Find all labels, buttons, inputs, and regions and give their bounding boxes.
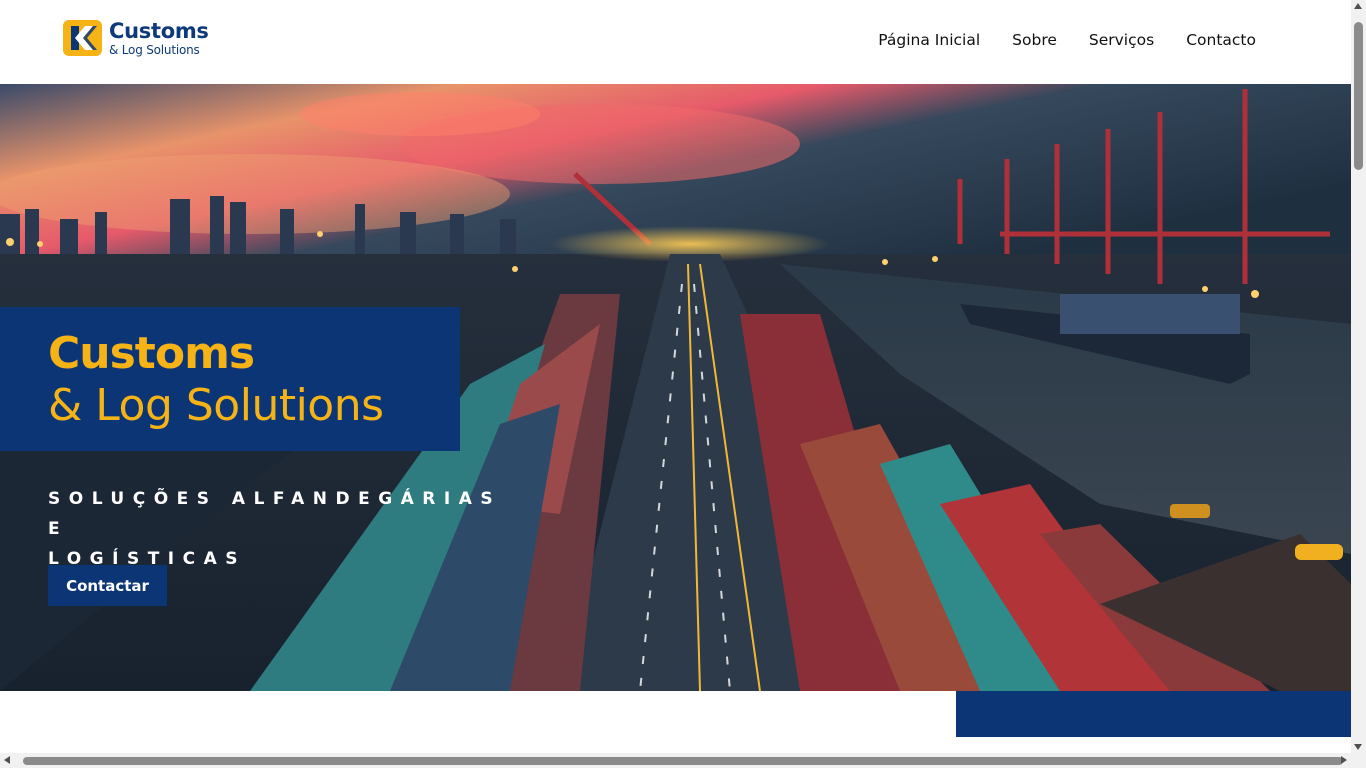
logo[interactable]: Customs & Log Solutions [63, 20, 209, 56]
section-accent-block [956, 691, 1351, 737]
hero-tagline-line1: SOLUÇÕES ALFANDEGÁRIAS E [48, 489, 502, 539]
nav-about[interactable]: Sobre [1012, 31, 1057, 49]
contact-button[interactable]: Contactar [48, 565, 167, 606]
scroll-left-arrow-icon[interactable] [4, 756, 10, 764]
nav-services[interactable]: Serviços [1089, 31, 1154, 49]
logo-subtitle: & Log Solutions [109, 42, 200, 57]
hero-tagline: SOLUÇÕES ALFANDEGÁRIAS E LOGÍSTICAS [48, 484, 508, 574]
chevron-left-logo-icon [63, 20, 102, 56]
vertical-scrollbar[interactable] [1351, 0, 1366, 753]
hero-title-line2: & Log Solutions [48, 380, 384, 431]
horizontal-scroll-thumb[interactable] [23, 757, 1343, 765]
horizontal-scrollbar[interactable] [0, 753, 1366, 768]
logo-text: Customs & Log Solutions [109, 18, 209, 57]
main-nav: Página Inicial Sobre Serviços Contacto [878, 31, 1256, 49]
scroll-up-arrow-icon[interactable] [1354, 3, 1362, 9]
scroll-down-arrow-icon[interactable] [1354, 744, 1362, 750]
hero-title-line1: Customs [48, 328, 255, 379]
hero-banner: Customs & Log Solutions SOLUÇÕES ALFANDE… [0, 84, 1351, 691]
nav-contact[interactable]: Contacto [1186, 31, 1256, 49]
site-header: Customs & Log Solutions Página Inicial S… [0, 0, 1351, 84]
nav-home[interactable]: Página Inicial [878, 31, 980, 49]
logo-title: Customs [109, 18, 209, 43]
scroll-right-arrow-icon[interactable] [1341, 756, 1347, 764]
vertical-scroll-thumb[interactable] [1354, 22, 1363, 170]
